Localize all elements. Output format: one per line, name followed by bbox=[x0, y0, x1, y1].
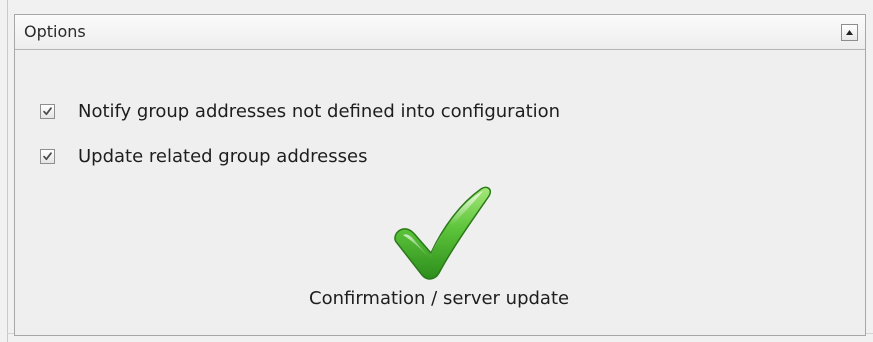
options-group-box: Options Notify group addresses not defin… bbox=[14, 14, 866, 336]
notify-undefined-addresses-label: Notify group addresses not defined into … bbox=[78, 101, 561, 122]
confirmation-label: Confirmation / server update bbox=[309, 288, 570, 309]
update-related-addresses-label: Update related group addresses bbox=[78, 146, 368, 167]
update-related-addresses-checkbox[interactable] bbox=[40, 149, 55, 164]
notify-undefined-addresses-checkbox[interactable] bbox=[40, 104, 55, 119]
options-group-header[interactable]: Options bbox=[15, 15, 865, 50]
collapse-button[interactable] bbox=[841, 24, 858, 41]
options-window: Options Notify group addresses not defin… bbox=[0, 0, 873, 342]
checkmark-icon bbox=[43, 107, 52, 116]
options-group-title: Options bbox=[24, 22, 86, 41]
green-checkmark-icon[interactable] bbox=[389, 183, 495, 283]
window-border-left bbox=[7, 0, 8, 342]
triangle-up-icon bbox=[846, 30, 853, 35]
checkmark-icon bbox=[43, 152, 52, 161]
